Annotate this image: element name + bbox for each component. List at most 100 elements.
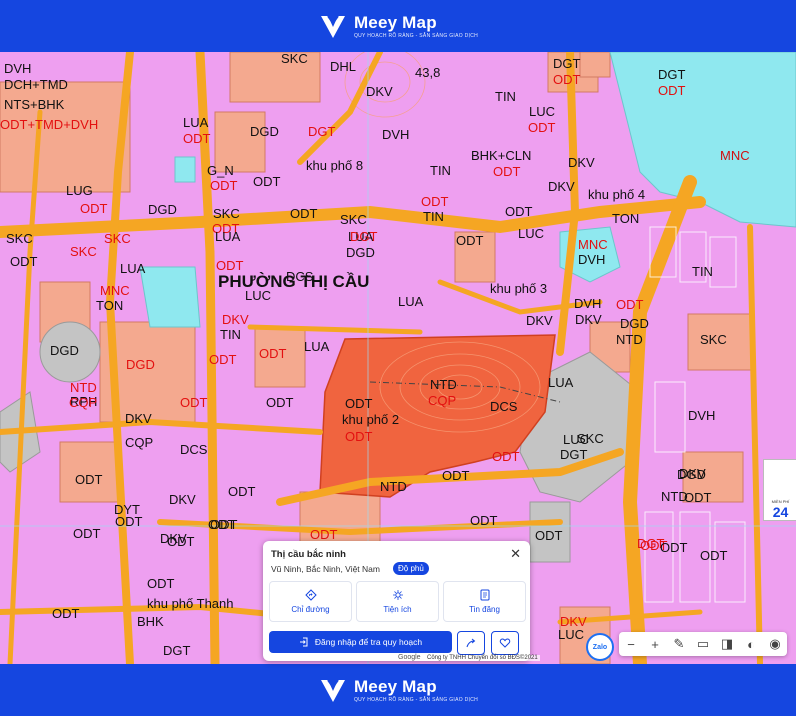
listing-button[interactable]: Tin đăng bbox=[443, 581, 526, 622]
zalo-chat-button[interactable]: Zalo bbox=[586, 633, 614, 661]
zoom-out-icon[interactable]: − bbox=[621, 634, 641, 654]
map-label: DGD bbox=[250, 124, 279, 139]
map-label: LUC bbox=[529, 104, 556, 119]
map-label: LUA bbox=[548, 375, 574, 390]
popup-address: Vũ Ninh, Bắc Ninh, Việt Nam bbox=[271, 564, 380, 574]
map-label: DGD bbox=[620, 316, 649, 331]
favorite-button[interactable] bbox=[491, 631, 519, 655]
map-label: DGT bbox=[553, 56, 581, 71]
map-label: DCS bbox=[180, 442, 208, 457]
map-label: DGT bbox=[163, 643, 191, 658]
map-label: ODT bbox=[505, 204, 533, 219]
brand-logo[interactable]: Meey Map QUY HOẠCH RÕ RÀNG - SẴN SÀNG GI… bbox=[318, 11, 478, 41]
map-label: NTS+BHK bbox=[4, 97, 65, 112]
map-label: DGT bbox=[308, 124, 336, 139]
login-icon bbox=[299, 637, 308, 647]
map-label: DHL bbox=[330, 59, 357, 74]
map-label: ODT bbox=[310, 527, 338, 542]
map-label: ODT bbox=[470, 513, 498, 528]
locate-icon[interactable]: ◉ bbox=[765, 634, 785, 654]
login-lookup-button[interactable]: Đăng nhập để tra quy hoạch bbox=[269, 631, 452, 653]
map-label: DGT bbox=[658, 67, 686, 82]
map-label: G_N bbox=[207, 163, 234, 178]
map-label: khu phố 4 bbox=[588, 187, 646, 202]
directions-icon bbox=[304, 589, 317, 601]
map-label: ODT bbox=[73, 526, 101, 541]
close-icon[interactable]: ✕ bbox=[510, 546, 521, 562]
map-label: SKC bbox=[213, 206, 240, 221]
map-label: NTD bbox=[70, 380, 97, 395]
heart-icon bbox=[499, 638, 511, 648]
map-label: SKC bbox=[577, 431, 604, 446]
map-label: ODT bbox=[10, 254, 38, 269]
map-label: ODT bbox=[180, 395, 208, 410]
share-icon bbox=[466, 638, 476, 648]
map-label: ODT bbox=[345, 396, 373, 411]
map-label: DVH bbox=[578, 252, 606, 267]
map-label: DGT bbox=[350, 229, 378, 244]
map-label: MNC bbox=[578, 237, 608, 252]
map-label: 43,8 bbox=[415, 65, 441, 80]
amenities-button[interactable]: Tiện ích bbox=[356, 581, 439, 622]
popup-actions: Chỉ đường Tiện ích Tin đăng bbox=[269, 581, 526, 622]
map-label: DCH+TMD bbox=[4, 77, 68, 92]
map-label: DKV bbox=[575, 312, 602, 327]
location-popup[interactable]: Thị cầu bắc ninh Vũ Ninh, Bắc Ninh, Việt… bbox=[263, 541, 530, 661]
map-label: SKC bbox=[70, 244, 97, 259]
coverage-badge[interactable]: Độ phủ bbox=[393, 562, 429, 575]
map-label: LUA bbox=[120, 261, 146, 276]
map-label: NTD bbox=[661, 489, 688, 504]
map-label: ODT bbox=[253, 174, 281, 189]
directions-button[interactable]: Chỉ đường bbox=[269, 581, 352, 622]
google-attribution: Google bbox=[398, 654, 421, 661]
map-label: DYT bbox=[114, 502, 140, 517]
map-label: ODT bbox=[228, 484, 256, 499]
brand-tagline-bottom: QUY HOẠCH RÕ RÀNG - SẴN SÀNG GIAO DỊCH bbox=[353, 697, 479, 703]
map-label: CQP bbox=[428, 393, 457, 408]
map-label: SKC bbox=[281, 52, 308, 66]
map-label: DKV bbox=[548, 179, 575, 194]
brand-logo-bottom[interactable]: Meey Map QUY HOẠCH RÕ RÀNG - SẴN SÀNG GI… bbox=[318, 675, 478, 705]
map-label: ODT bbox=[616, 297, 644, 312]
opacity-icon[interactable]: ◐ bbox=[741, 634, 761, 654]
map-label: ODT bbox=[259, 346, 287, 361]
map-label: LUC bbox=[558, 627, 585, 642]
map-label: NTD bbox=[430, 377, 457, 392]
map-label: SKC bbox=[6, 231, 33, 246]
layer-icon[interactable]: ▭ bbox=[693, 634, 713, 654]
map-label: khu phố 3 bbox=[490, 281, 548, 296]
map-label: ODT bbox=[210, 178, 238, 193]
map-label: DGD bbox=[126, 357, 155, 372]
directions-label: Chỉ đường bbox=[291, 605, 330, 614]
split-icon[interactable]: ◨ bbox=[717, 634, 737, 654]
map-label: NTD bbox=[616, 332, 643, 347]
map-label: NTD bbox=[380, 479, 407, 494]
zoom-in-icon[interactable]: + bbox=[645, 634, 665, 654]
map-label: khu phố Thanh bbox=[147, 596, 234, 611]
amenities-icon bbox=[392, 590, 403, 600]
map-label: LUA bbox=[215, 229, 241, 244]
map-label: DKV bbox=[125, 411, 152, 426]
map-label: ODT bbox=[700, 548, 728, 563]
map-label: DKV bbox=[679, 466, 706, 481]
map-label: DVH bbox=[382, 127, 410, 142]
map-label: DVH bbox=[574, 296, 602, 311]
share-button[interactable] bbox=[457, 631, 485, 655]
map-label: DGD bbox=[346, 245, 375, 260]
map-label: ODT bbox=[421, 194, 449, 209]
map-label: ODT bbox=[492, 449, 520, 464]
map-label: ODT bbox=[456, 233, 484, 248]
map-label: TON bbox=[612, 211, 640, 226]
meey-logo-icon bbox=[320, 679, 345, 702]
map-label: ODT bbox=[290, 206, 318, 221]
side-promo[interactable]: MIỀN PHÍ 24 bbox=[763, 459, 796, 521]
map-label: DVH bbox=[4, 61, 32, 76]
brand-name: Meey Map bbox=[353, 13, 437, 32]
map-label: ODT bbox=[345, 429, 373, 444]
map-label: LUA bbox=[183, 115, 209, 130]
map-label: MNC bbox=[100, 283, 130, 298]
map-label: ODT bbox=[52, 606, 80, 621]
draw-icon[interactable]: ✎ bbox=[669, 634, 689, 654]
map-label: BHK+CLN bbox=[471, 148, 532, 163]
map-label: ODT bbox=[75, 472, 103, 487]
